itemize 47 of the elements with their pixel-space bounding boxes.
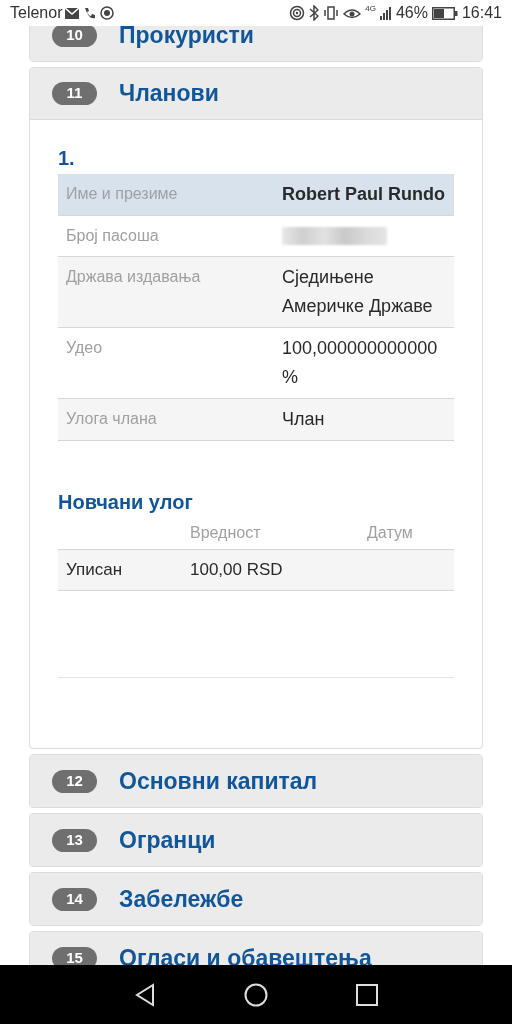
section-title: Забележбе xyxy=(119,884,244,914)
section-header[interactable]: 12 Основни капитал xyxy=(30,755,482,807)
section-number-badge: 12 xyxy=(52,769,97,793)
section-title: Огранци xyxy=(119,825,216,855)
hotspot-icon xyxy=(289,5,306,21)
section-header[interactable]: 13 Огранци xyxy=(30,814,482,866)
section-header[interactable]: 14 Забележбе xyxy=(30,873,482,925)
signal-icon xyxy=(379,6,392,20)
bluetooth-icon xyxy=(309,5,320,21)
section-number-badge: 15 xyxy=(52,946,97,965)
section-title: Основни капитал xyxy=(119,766,318,796)
table-cell-text: Уписан xyxy=(65,559,124,582)
network-type: 4G xyxy=(365,5,376,13)
mail-icon xyxy=(65,7,80,19)
column-header: Датум xyxy=(367,523,413,543)
field-label: Улога члана xyxy=(65,409,158,429)
carrier-name: Telenor xyxy=(10,3,63,23)
field-label: Број пасоша xyxy=(65,226,160,246)
vibrate-icon xyxy=(323,5,340,21)
section-number-badge: 10 xyxy=(52,26,97,47)
section-title: Чланови xyxy=(119,79,219,109)
phone-icon xyxy=(82,5,98,21)
field-value: Члан xyxy=(282,408,326,431)
field-value: Robert Paul Rundo xyxy=(282,183,446,206)
clock: 16:41 xyxy=(461,3,502,23)
table-cell-text: 100,00 RSD xyxy=(190,559,283,582)
section-number-badge: 13 xyxy=(52,828,97,852)
section-header[interactable]: 11 Чланови xyxy=(30,68,482,120)
field-label: Удео xyxy=(65,338,104,358)
eye-icon xyxy=(343,6,362,20)
battery-icon xyxy=(431,6,458,20)
member-index: 1. xyxy=(58,148,76,168)
section-number-badge: 11 xyxy=(52,82,97,105)
recents-icon[interactable] xyxy=(356,983,378,1006)
battery-percent: 46% xyxy=(395,3,428,23)
section-number-badge: 14 xyxy=(52,887,97,911)
section-header[interactable]: 10 Прокуристи xyxy=(30,26,482,61)
section-title: Прокуристи xyxy=(119,26,254,50)
field-value: Сједињене Америчке Државе xyxy=(282,266,434,318)
field-label: Име и презиме xyxy=(65,184,179,204)
column-header: Вредност xyxy=(190,523,262,543)
field-label: Држава издавања xyxy=(65,267,202,287)
home-icon[interactable] xyxy=(244,982,268,1007)
back-icon[interactable] xyxy=(134,982,156,1007)
field-value: 100,000000000000 % xyxy=(282,337,439,389)
subsection-title: Новчани улог xyxy=(58,490,194,515)
circle-icon xyxy=(100,6,115,20)
